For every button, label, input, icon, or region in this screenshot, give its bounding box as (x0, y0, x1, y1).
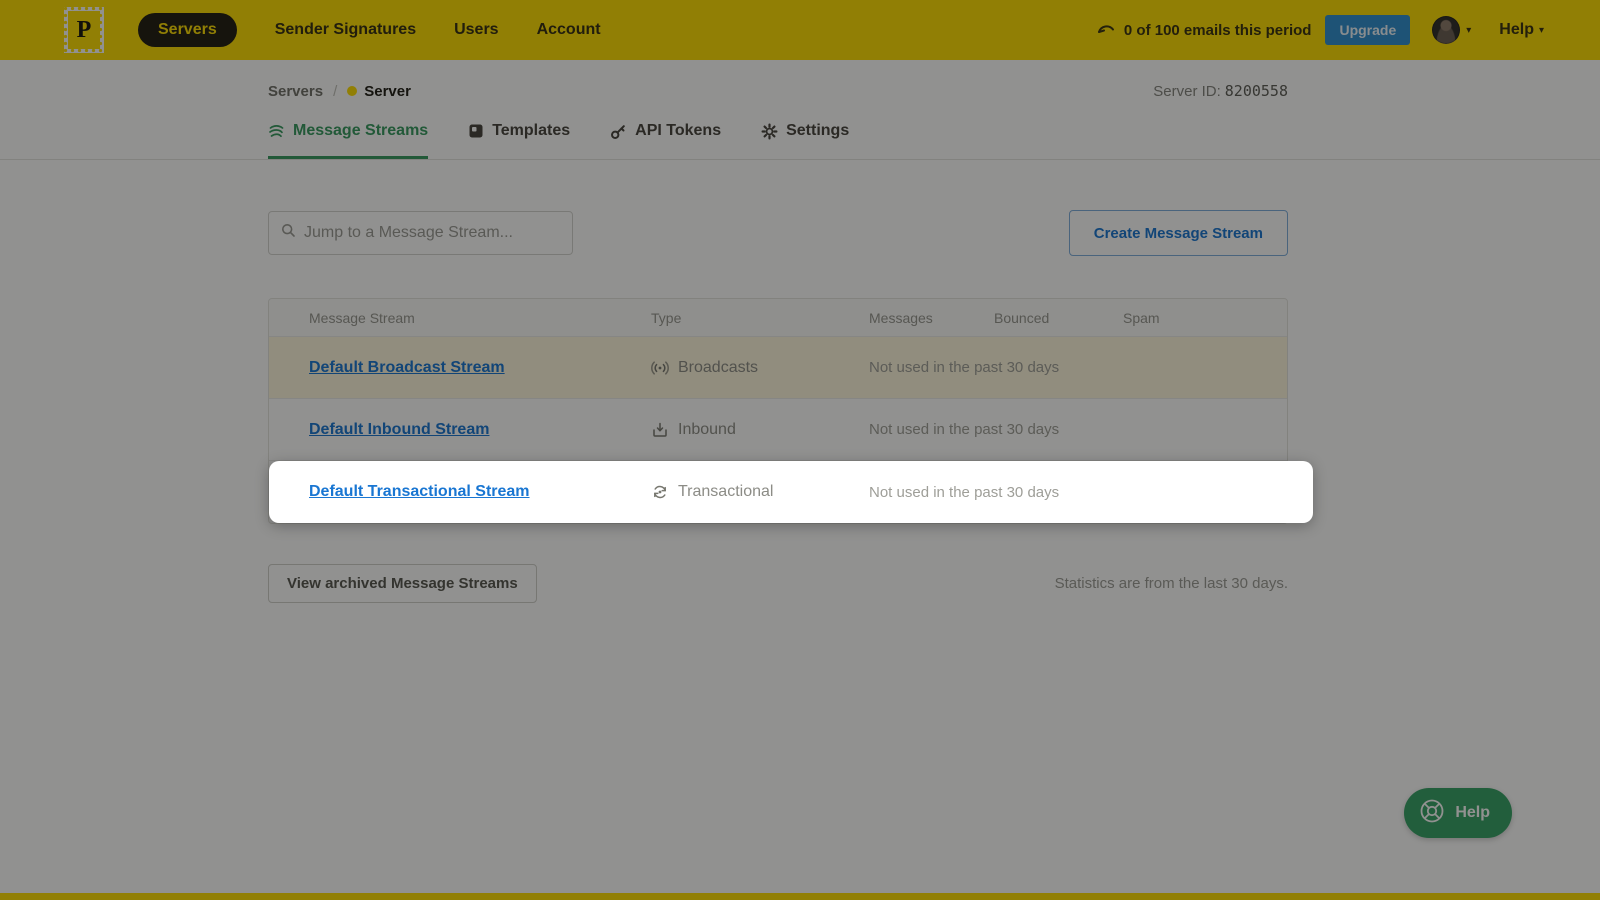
stream-type-label: Transactional (678, 483, 773, 501)
stream-search-input[interactable] (304, 224, 560, 242)
stream-link-default-inbound[interactable]: Default Inbound Stream (309, 421, 489, 438)
message-streams-table: Message Stream Type Messages Bounced Spa… (268, 298, 1288, 524)
stream-link-default-transactional[interactable]: Default Transactional Stream (309, 483, 530, 500)
view-archived-streams-button[interactable]: View archived Message Streams (268, 564, 537, 603)
message-streams-icon (268, 123, 285, 140)
server-tabs: Message Streams Templates API Tokens (268, 122, 1288, 159)
tab-message-streams[interactable]: Message Streams (268, 122, 428, 159)
column-header-message-stream: Message Stream (269, 310, 651, 326)
tab-templates[interactable]: Templates (468, 122, 570, 159)
postmark-logo-letter: P (68, 11, 100, 49)
footer-yellow-strip (0, 893, 1600, 900)
server-id-label: Server ID: (1153, 83, 1221, 100)
column-header-spam: Spam (1123, 310, 1287, 326)
gauge-icon (1096, 20, 1116, 40)
key-icon (610, 123, 627, 140)
breadcrumb: Servers / Server Server ID:8200558 (268, 60, 1288, 100)
stream-status: Not used in the past 30 days (869, 421, 1287, 438)
primary-nav: Servers Sender Signatures Users Account (138, 13, 601, 47)
email-usage-text: 0 of 100 emails this period (1124, 22, 1312, 39)
help-menu-label: Help (1499, 21, 1534, 39)
breadcrumb-servers-link[interactable]: Servers (268, 83, 323, 100)
table-row-inbound: Default Inbound Stream Inbound Not used … (269, 399, 1287, 461)
user-avatar (1432, 16, 1460, 44)
streams-footer-bar: View archived Message Streams Statistics… (268, 564, 1288, 603)
tab-label: Settings (786, 122, 849, 140)
top-navigation-bar: P Servers Sender Signatures Users Accoun… (0, 0, 1600, 60)
chevron-down-icon: ▾ (1466, 25, 1471, 36)
message-streams-panel: Create Message Stream Message Stream Typ… (268, 210, 1288, 603)
tab-label: API Tokens (635, 122, 721, 140)
stream-link-default-broadcast[interactable]: Default Broadcast Stream (309, 359, 505, 376)
table-header-row: Message Stream Type Messages Bounced Spa… (269, 299, 1287, 337)
email-usage: 0 of 100 emails this period (1096, 20, 1312, 40)
stats-note: Statistics are from the last 30 days. (1055, 575, 1288, 592)
server-status-dot (347, 86, 357, 96)
nav-item-sender-signatures[interactable]: Sender Signatures (275, 21, 416, 39)
tab-api-tokens[interactable]: API Tokens (610, 122, 721, 159)
upgrade-button[interactable]: Upgrade (1325, 15, 1410, 45)
stream-status: Not used in the past 30 days (869, 484, 1313, 501)
help-menu[interactable]: Help ▾ (1499, 21, 1544, 39)
nav-item-servers[interactable]: Servers (138, 13, 237, 47)
inbound-icon (651, 421, 669, 439)
stream-status: Not used in the past 30 days (869, 359, 1287, 376)
lifebuoy-icon (1418, 797, 1446, 830)
server-id: Server ID:8200558 (1153, 82, 1288, 100)
streams-toolbar: Create Message Stream (268, 210, 1288, 256)
broadcast-icon (651, 359, 669, 377)
column-header-messages: Messages (869, 310, 994, 326)
gear-icon (761, 123, 778, 140)
templates-icon (468, 123, 484, 139)
column-header-type: Type (651, 310, 869, 326)
tab-label: Message Streams (293, 122, 428, 140)
nav-item-account[interactable]: Account (537, 21, 601, 39)
help-fab-label: Help (1455, 804, 1490, 822)
table-row-transactional-spotlight: Default Transactional Stream Transaction… (269, 461, 1313, 523)
server-subheader: Servers / Server Server ID:8200558 Messa… (0, 60, 1600, 160)
search-icon (281, 223, 296, 243)
postmark-logo[interactable]: P (64, 7, 104, 53)
transactional-icon (651, 483, 669, 501)
tab-settings[interactable]: Settings (761, 122, 849, 159)
column-header-bounced: Bounced (994, 310, 1123, 326)
table-row-broadcast: Default Broadcast Stream Broadcasts Not … (269, 337, 1287, 399)
account-menu[interactable]: ▾ (1432, 16, 1471, 44)
breadcrumb-separator: / (333, 83, 337, 100)
stream-search[interactable] (268, 211, 573, 255)
stream-type-label: Broadcasts (678, 359, 758, 377)
server-id-value: 8200558 (1225, 82, 1288, 100)
create-message-stream-button[interactable]: Create Message Stream (1069, 210, 1288, 256)
stream-type-label: Inbound (678, 421, 736, 439)
tab-label: Templates (492, 122, 570, 140)
nav-item-users[interactable]: Users (454, 21, 498, 39)
chevron-down-icon: ▾ (1539, 25, 1544, 36)
breadcrumb-current-server: Server (364, 83, 411, 100)
help-fab-button[interactable]: Help (1404, 788, 1512, 838)
